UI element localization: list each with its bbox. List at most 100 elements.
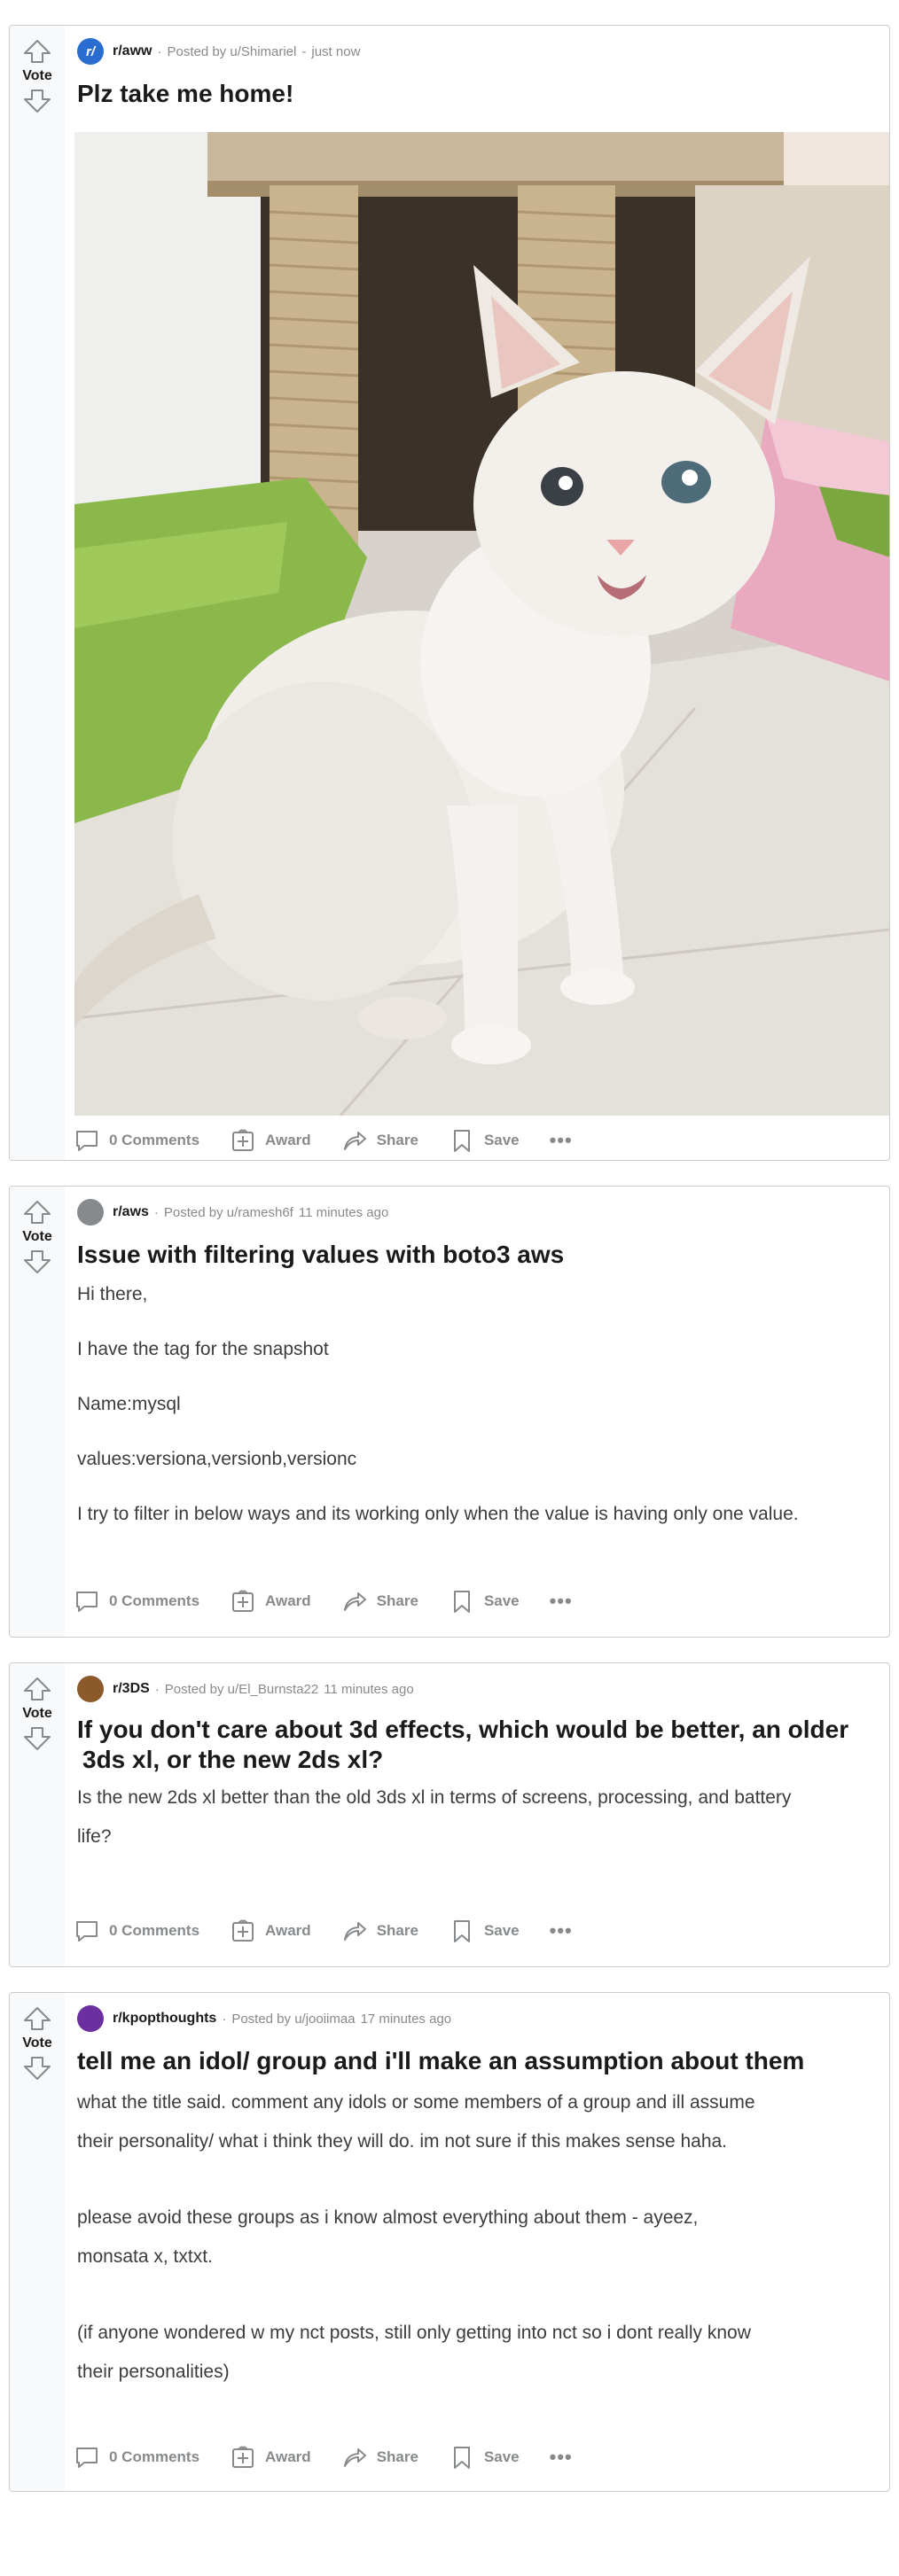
body-line: monsata x, txtxt. xyxy=(77,2246,213,2267)
share-button[interactable]: Share xyxy=(341,1588,418,1615)
post-title[interactable]: tell me an idol/ group and i'll make an … xyxy=(77,2046,854,2076)
award-button[interactable]: Award xyxy=(230,1127,311,1154)
vote-count: Vote xyxy=(22,2035,52,2051)
post-title[interactable]: If you don't care about 3d effects, whic… xyxy=(77,1715,854,1775)
downvote-arrow-icon[interactable] xyxy=(22,2055,52,2082)
post-actions: 0 Comments Award Share Save ••• xyxy=(74,1584,573,1619)
post-actions: 0 Comments Award Share Save ••• xyxy=(74,1123,573,1158)
more-options-icon[interactable]: ••• xyxy=(550,1590,573,1613)
subreddit-link[interactable]: r/aww xyxy=(113,43,152,59)
share-label: Share xyxy=(376,1132,418,1148)
award-icon xyxy=(230,2444,256,2471)
comment-icon xyxy=(74,1588,100,1615)
award-label: Award xyxy=(265,1132,311,1148)
comments-button[interactable]: 0 Comments xyxy=(74,1918,199,1944)
award-label: Award xyxy=(265,1592,311,1609)
award-button[interactable]: Award xyxy=(230,1588,311,1615)
body-paragraph: Name:mysql xyxy=(77,1394,181,1414)
comments-label: 0 Comments xyxy=(109,2448,200,2465)
share-icon xyxy=(341,1918,368,1944)
meta-separator: · xyxy=(154,1681,160,1697)
vote-column: Vote xyxy=(10,1187,65,1637)
post-meta: r/3DS · Posted by u/El_Burnsta22 11 minu… xyxy=(77,1676,877,1702)
save-button[interactable]: Save xyxy=(449,2444,520,2471)
post-kpopthoughts[interactable]: Vote r/kpopthoughts · Posted by u/jooiim… xyxy=(9,1992,890,2492)
post-image[interactable] xyxy=(74,132,889,1116)
more-options-icon[interactable]: ••• xyxy=(550,1919,573,1942)
more-options-icon[interactable]: ••• xyxy=(550,2446,573,2469)
award-button[interactable]: Award xyxy=(230,1918,311,1944)
share-button[interactable]: Share xyxy=(341,1918,418,1944)
award-label: Award xyxy=(265,2448,311,2465)
posted-by-link[interactable]: Posted by u/ramesh6f xyxy=(164,1205,293,1220)
downvote-arrow-icon[interactable] xyxy=(22,1725,52,1752)
save-icon xyxy=(449,1588,475,1615)
upvote-arrow-icon[interactable] xyxy=(22,1676,52,1702)
post-body: Hi there, I have the tag for the snapsho… xyxy=(77,1275,863,1550)
subreddit-icon[interactable]: r/ xyxy=(77,38,104,65)
vote-column: Vote xyxy=(10,1663,65,1966)
upvote-arrow-icon[interactable] xyxy=(22,1199,52,1226)
post-time: 11 minutes ago xyxy=(324,1681,414,1697)
comments-button[interactable]: 0 Comments xyxy=(74,1127,199,1154)
share-button[interactable]: Share xyxy=(341,1127,418,1154)
award-icon xyxy=(230,1127,256,1154)
post-aws[interactable]: Vote r/aws · Posted by u/ramesh6f 11 min… xyxy=(9,1186,890,1638)
post-meta: r/ r/aww · Posted by u/Shimariel - just … xyxy=(77,38,877,65)
save-label: Save xyxy=(483,2448,520,2465)
comment-icon xyxy=(74,1127,100,1154)
downvote-arrow-icon[interactable] xyxy=(22,1249,52,1275)
title-line: 3ds xl, or the new 2ds xl? xyxy=(82,1746,384,1773)
vote-count: Vote xyxy=(22,1706,52,1721)
body-paragraph: I have the tag for the snapshot xyxy=(77,1339,329,1359)
share-label: Share xyxy=(376,2448,418,2465)
comments-button[interactable]: 0 Comments xyxy=(74,2444,199,2471)
post-title[interactable]: Issue with filtering values with boto3 a… xyxy=(77,1240,854,1270)
subreddit-link[interactable]: r/kpopthoughts xyxy=(113,2011,216,2027)
save-icon xyxy=(449,1127,475,1154)
post-body: Is the new 2ds xl better than the old 3d… xyxy=(77,1778,863,1856)
save-button[interactable]: Save xyxy=(449,1588,520,1615)
body-paragraph: Hi there, xyxy=(77,1284,148,1304)
body-line: (if anyone wondered w my nct posts, stil… xyxy=(77,2323,751,2343)
body-paragraph: I try to filter in below ways and its wo… xyxy=(77,1504,799,1524)
downvote-arrow-icon[interactable] xyxy=(22,88,52,114)
subreddit-icon[interactable] xyxy=(77,1199,104,1226)
post-3ds[interactable]: Vote r/3DS · Posted by u/El_Burnsta22 11… xyxy=(9,1662,890,1967)
body-line: what the title said. comment any idols o… xyxy=(77,2092,755,2113)
save-button[interactable]: Save xyxy=(449,1918,520,1944)
body-line: Is the new 2ds xl better than the old 3d… xyxy=(77,1787,792,1808)
body-line: their personality/ what i think they wil… xyxy=(77,2131,728,2152)
more-options-icon[interactable]: ••• xyxy=(550,1129,573,1152)
share-button[interactable]: Share xyxy=(341,2444,418,2471)
award-label: Award xyxy=(265,1922,311,1939)
subreddit-link[interactable]: r/aws xyxy=(113,1204,149,1220)
award-icon xyxy=(230,1918,256,1944)
share-label: Share xyxy=(376,1592,418,1609)
post-time: just now xyxy=(311,43,361,59)
save-label: Save xyxy=(483,1922,520,1939)
award-button[interactable]: Award xyxy=(230,2444,311,2471)
upvote-arrow-icon[interactable] xyxy=(22,2005,52,2032)
posted-by-link[interactable]: Posted by u/El_Burnsta22 xyxy=(165,1682,318,1697)
posted-by-link[interactable]: Posted by u/Shimariel xyxy=(167,44,296,59)
post-title[interactable]: Plz take me home! xyxy=(77,79,854,109)
title-line: If you don't care about 3d effects, whic… xyxy=(77,1716,849,1743)
upvote-arrow-icon[interactable] xyxy=(22,38,52,65)
comments-button[interactable]: 0 Comments xyxy=(74,1588,199,1615)
save-label: Save xyxy=(483,1132,520,1148)
post-aww[interactable]: Vote r/ r/aww · Posted by u/Shimariel - … xyxy=(9,25,890,1161)
subreddit-icon[interactable] xyxy=(77,1676,104,1702)
body-line: their personalities) xyxy=(77,2362,230,2382)
meta-separator: · xyxy=(222,2011,227,2027)
subreddit-link[interactable]: r/3DS xyxy=(113,1681,150,1697)
comment-icon xyxy=(74,2444,100,2471)
share-label: Share xyxy=(376,1922,418,1939)
body-line: life? xyxy=(77,1826,112,1847)
save-label: Save xyxy=(483,1592,520,1609)
posted-by-link[interactable]: Posted by u/jooiimaa xyxy=(231,2012,355,2027)
award-icon xyxy=(230,1588,256,1615)
share-icon xyxy=(341,1588,368,1615)
save-button[interactable]: Save xyxy=(449,1127,520,1154)
subreddit-icon[interactable] xyxy=(77,2005,104,2032)
